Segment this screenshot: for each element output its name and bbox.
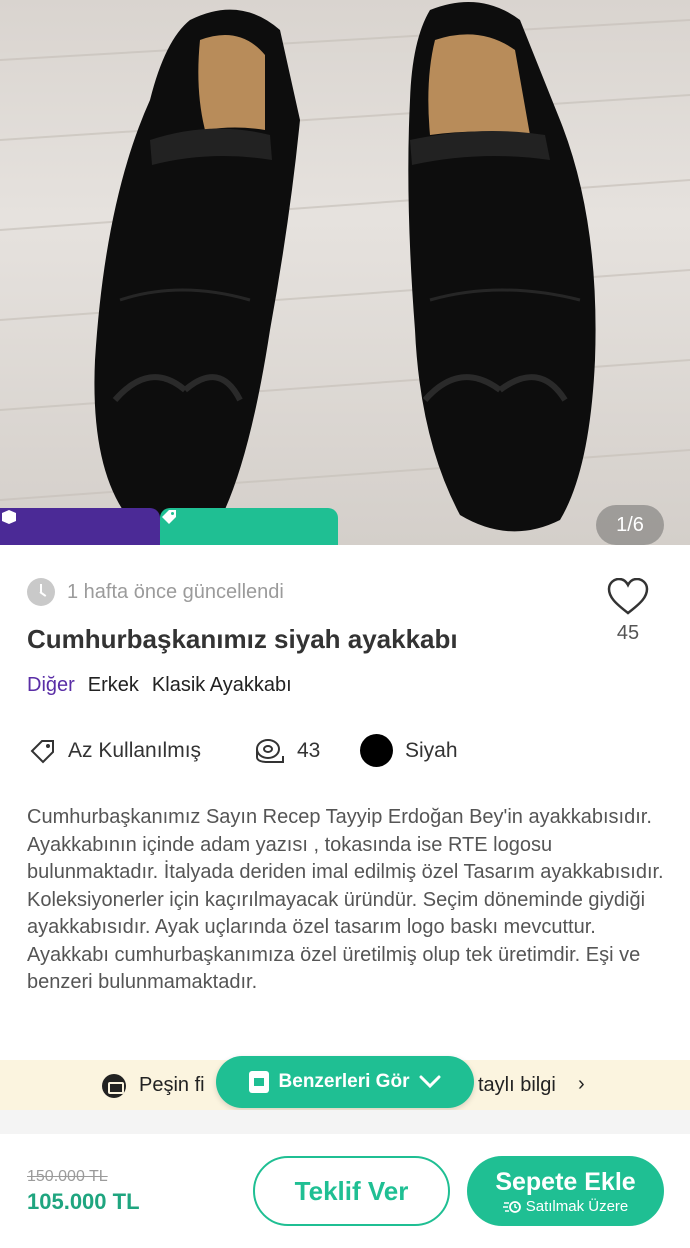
updated-text: 1 hafta önce güncellendi [67,580,284,603]
product-image-gallery[interactable]: 1/6 [0,0,690,545]
tag-icon [162,510,176,524]
updated-info: 1 hafta önce güncellendi [27,578,284,606]
breadcrumb-gender[interactable]: Erkek [88,674,139,697]
selling-fast-badge: Satılmak Üzere [502,1197,629,1215]
chevron-right-icon: › [578,1073,585,1095]
image-counter: 1/6 [596,505,664,545]
color-value: Siyah [405,738,458,762]
condition-attribute: Az Kullanılmış [30,738,255,764]
current-price: 105.000 TL [27,1189,140,1214]
heart-icon [607,578,649,615]
tag-icon [30,739,54,763]
banner-left-text: Peşin fi [139,1074,205,1096]
banner-right-text: taylı bilgi [478,1074,556,1096]
shirt-tag-icon [248,1071,269,1093]
section-divider [0,1110,690,1134]
breadcrumb: Diğer Erkek Klasik Ayakkabı [27,674,292,697]
product-title: Cumhurbaşkanımız siyah ayakkabı [27,624,458,654]
bolt-icon [502,1201,521,1213]
product-attributes: Az Kullanılmış 43 Siyah [30,734,458,767]
see-similar-button[interactable]: Benzerleri Gör [216,1056,474,1108]
add-to-cart-button[interactable]: Sepete Ekle Satılmak Üzere [467,1156,664,1226]
condition-value: Az Kullanılmış [68,738,202,762]
chevron-down-icon [419,1075,441,1089]
product-photo [0,2,690,533]
box-tab[interactable] [0,508,160,545]
box-icon [2,510,16,524]
see-similar-label: Benzerleri Gör [278,1071,410,1092]
price-tag-tab[interactable] [160,508,338,545]
clock-icon [27,578,55,606]
old-price: 150.000 TL [27,1168,108,1185]
size-attribute: 43 [255,738,360,764]
breadcrumb-subcategory[interactable]: Klasik Ayakkabı [152,674,292,697]
favorites-count: 45 [616,622,640,644]
card-icon [102,1074,126,1098]
make-offer-button[interactable]: Teklif Ver [253,1156,450,1226]
breadcrumb-category[interactable]: Diğer [27,674,75,697]
price-block: 150.000 TL 105.000 TL [27,1168,140,1215]
selling-fast-label: Satılmak Üzere [525,1197,629,1215]
size-value: 43 [297,738,321,762]
add-to-cart-label: Sepete Ekle [495,1167,636,1196]
tape-measure-icon [256,738,284,763]
color-attribute: Siyah [360,734,458,767]
color-swatch [360,734,393,767]
product-description: Cumhurbaşkanımız Sayın Recep Tayyip Erdo… [27,806,664,993]
favorite-button[interactable]: 45 [603,578,653,645]
